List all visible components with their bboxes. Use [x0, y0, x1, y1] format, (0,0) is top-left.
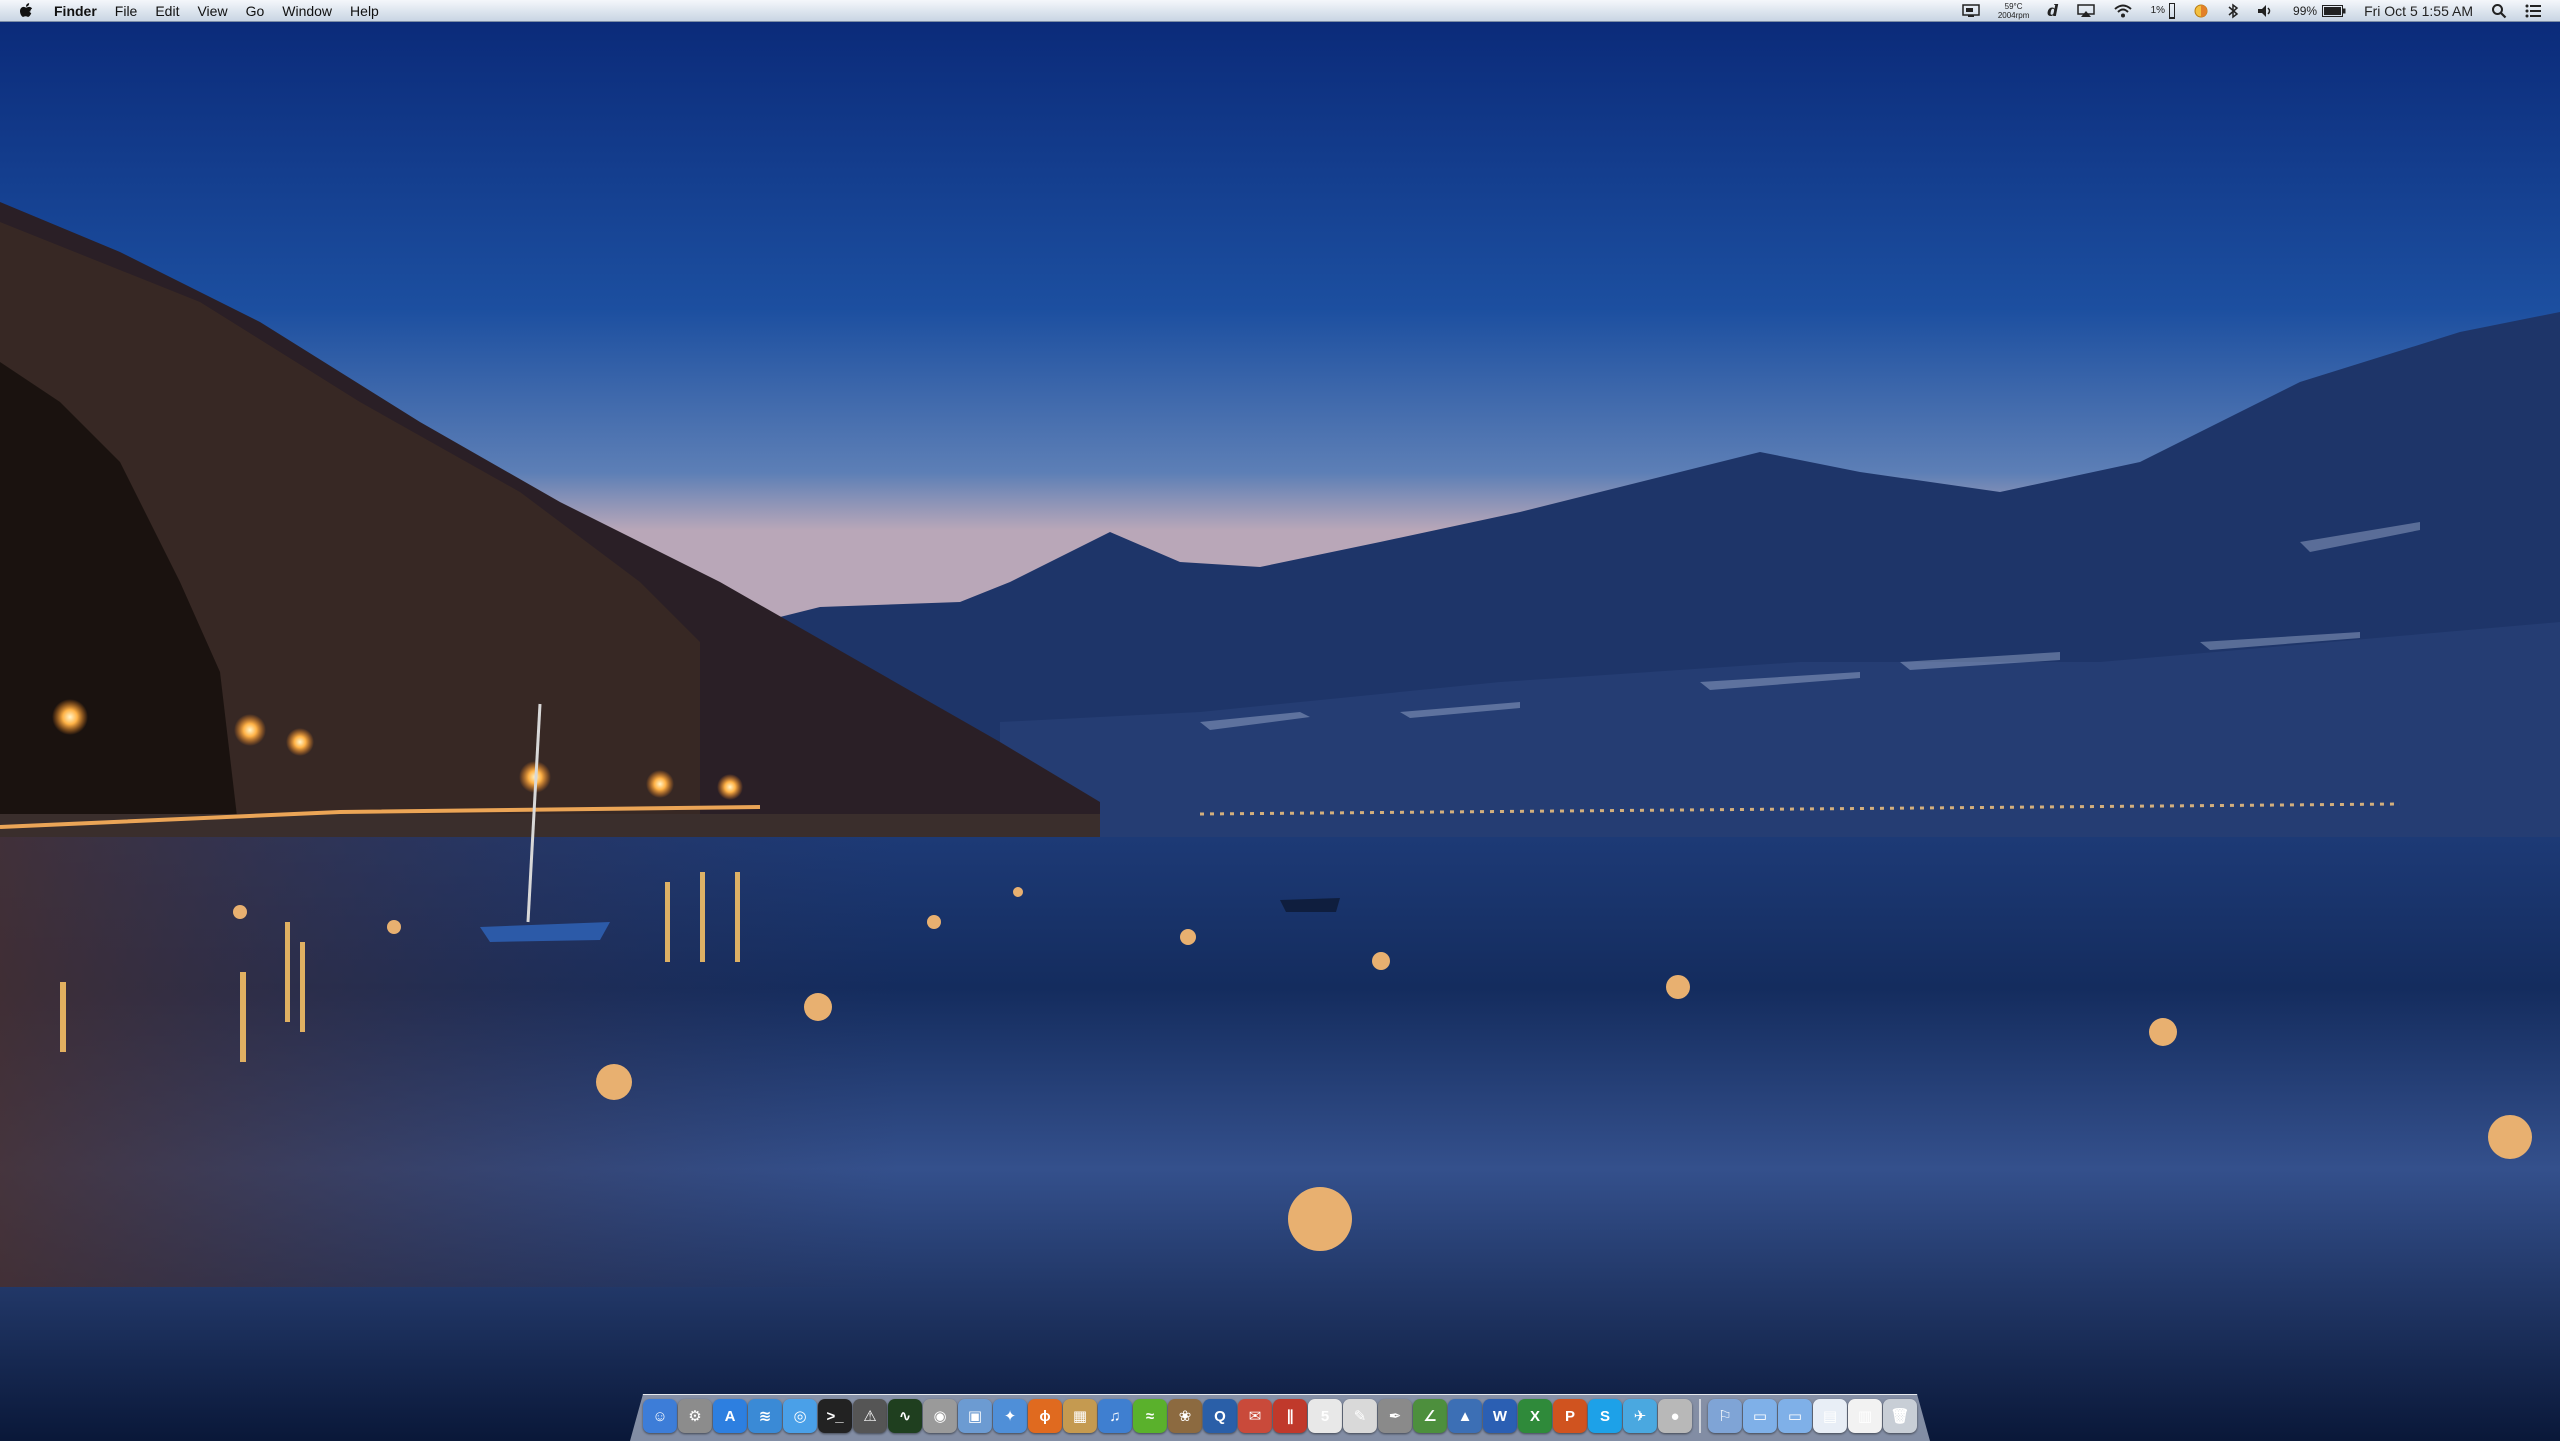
- word-icon[interactable]: W: [1483, 1399, 1517, 1433]
- applications-folder-icon[interactable]: ▭: [1743, 1399, 1777, 1433]
- airplay-icon[interactable]: [2076, 0, 2095, 22]
- desktop-wallpaper: [0, 22, 2560, 1440]
- bluetooth-icon[interactable]: [2227, 0, 2239, 22]
- menu-help[interactable]: Help: [341, 0, 388, 22]
- console-icon[interactable]: ⚠: [853, 1399, 887, 1433]
- powerpoint-icon[interactable]: P: [1553, 1399, 1587, 1433]
- textedit-icon[interactable]: ✎: [1343, 1399, 1377, 1433]
- skype-icon[interactable]: S: [1588, 1399, 1622, 1433]
- firefox-icon[interactable]: ϕ: [1028, 1399, 1062, 1433]
- caffeine-icon[interactable]: [2193, 0, 2209, 22]
- preview-icon[interactable]: ▣: [958, 1399, 992, 1433]
- volume-icon[interactable]: [2257, 0, 2275, 22]
- screen-monitor-icon[interactable]: [1962, 0, 1980, 22]
- battery-icon: [2322, 4, 2346, 17]
- rss-reader-icon[interactable]: ≋: [748, 1399, 782, 1433]
- keynote-icon[interactable]: ▲: [1448, 1399, 1482, 1433]
- iphoto-icon[interactable]: ❀: [1168, 1399, 1202, 1433]
- menu-bar-status: 59°C 2004rpm d 1% 99% Fri Oct 5 1:55 AM: [1953, 0, 2560, 22]
- apple-menu-icon[interactable]: [14, 0, 38, 22]
- menu-edit[interactable]: Edit: [146, 0, 188, 22]
- calendar-icon[interactable]: 5: [1308, 1399, 1342, 1433]
- dock-separator: [1699, 1399, 1701, 1433]
- spotlight-search-icon[interactable]: [2491, 0, 2507, 22]
- app-store-icon[interactable]: A: [713, 1399, 747, 1433]
- dock: ☺ ⚙ A ≋ ◎ >_ ⚠ ∿ ◉ ▣ ✦ ϕ ▦ ♫ ≈ ❀ Q ✉ ∥ 5 ✎ ✒ ∠ ▲ W X P S ✈ ● ⚐ ▭ ▭ ▤ ▥ 🗑: [640, 1396, 1920, 1436]
- menu-window[interactable]: Window: [273, 0, 341, 22]
- disk-utility-icon[interactable]: ◉: [923, 1399, 957, 1433]
- documents-folder-icon[interactable]: ▭: [1778, 1399, 1812, 1433]
- grapher-icon[interactable]: ∠: [1413, 1399, 1447, 1433]
- terminal-icon[interactable]: >_: [818, 1399, 852, 1433]
- menu-bar-left: Finder File Edit View Go Window Help: [0, 0, 388, 22]
- twitter-icon[interactable]: ✈: [1623, 1399, 1657, 1433]
- dictionary-icon[interactable]: d: [2047, 0, 2058, 22]
- excel-icon[interactable]: X: [1518, 1399, 1552, 1433]
- network-icon[interactable]: ⚐: [1708, 1399, 1742, 1433]
- script-editor-icon[interactable]: ✒: [1378, 1399, 1412, 1433]
- mail-stamp-icon[interactable]: ✉: [1238, 1399, 1272, 1433]
- temperature-readout: 59°C: [2004, 1, 2023, 11]
- menu-file[interactable]: File: [106, 0, 147, 22]
- package-icon[interactable]: ▦: [1063, 1399, 1097, 1433]
- notification-list-icon[interactable]: [2525, 0, 2541, 22]
- menu-bar: Finder File Edit View Go Window Help 59°…: [0, 0, 2560, 22]
- safari-compass-icon[interactable]: ✦: [993, 1399, 1027, 1433]
- documents-stack-icon[interactable]: ▥: [1848, 1399, 1882, 1433]
- fan-speed-readout: 2004rpm: [1997, 10, 2030, 20]
- finder-icon[interactable]: ☺: [643, 1399, 677, 1433]
- itunes-icon[interactable]: ♫: [1098, 1399, 1132, 1433]
- downloads-stack-icon[interactable]: ▤: [1813, 1399, 1847, 1433]
- menubar-clock[interactable]: Fri Oct 5 1:55 AM: [2364, 0, 2473, 22]
- menu-go[interactable]: Go: [237, 0, 274, 22]
- mic-icon[interactable]: ●: [1658, 1399, 1692, 1433]
- battery-percent: 99%: [2293, 3, 2318, 18]
- app-menu-finder[interactable]: Finder: [46, 0, 106, 22]
- temperature-fan-status[interactable]: 59°C 2004rpm: [1998, 0, 2030, 22]
- trash-icon[interactable]: 🗑: [1883, 1399, 1917, 1433]
- parallels-icon[interactable]: ∥: [1273, 1399, 1307, 1433]
- cpu-usage-readout: 1%: [2150, 5, 2166, 16]
- safari-icon[interactable]: ◎: [783, 1399, 817, 1433]
- battery-status[interactable]: 99%: [2293, 0, 2346, 22]
- quicktime-icon[interactable]: Q: [1203, 1399, 1237, 1433]
- spotify-icon[interactable]: ≈: [1133, 1399, 1167, 1433]
- cpu-usage-status[interactable]: 1%: [2150, 0, 2176, 22]
- activity-monitor-icon[interactable]: ∿: [888, 1399, 922, 1433]
- system-preferences-icon[interactable]: ⚙: [678, 1399, 712, 1433]
- menu-view[interactable]: View: [188, 0, 236, 22]
- wifi-icon[interactable]: [2113, 0, 2133, 22]
